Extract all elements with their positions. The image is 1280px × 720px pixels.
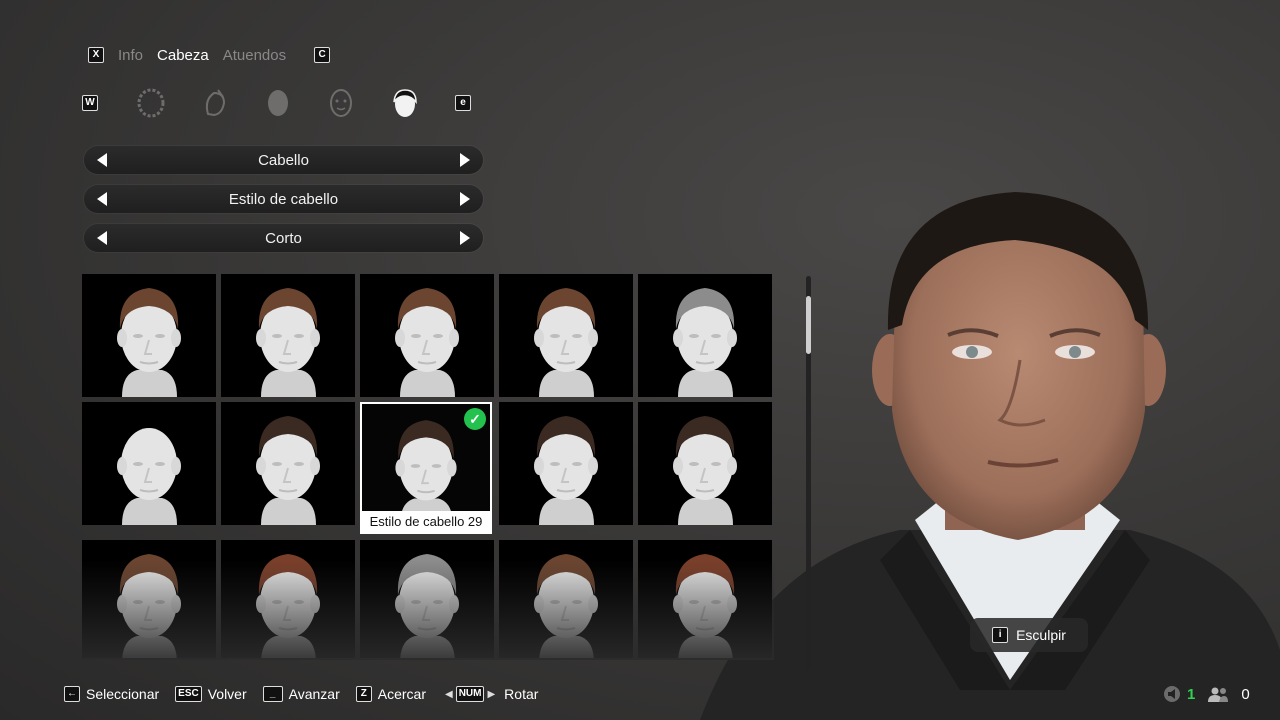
status-count-a: 1 [1187, 685, 1196, 703]
grid-scrollbar[interactable] [806, 276, 811, 670]
status-count-b: 0 [1241, 685, 1250, 703]
selector-length-value: Corto [265, 229, 302, 247]
tab-info[interactable]: Info [118, 47, 143, 64]
prev-tab-key[interactable]: X [88, 47, 104, 63]
hint-zoom[interactable]: Z Acercar [355, 686, 426, 702]
hairstyle-tile[interactable] [499, 274, 633, 397]
speaker-icon [1164, 686, 1180, 702]
head-outline-icon[interactable] [132, 88, 170, 118]
tab-cabeza[interactable]: Cabeza [157, 47, 209, 64]
prev-category-key[interactable]: W [82, 95, 98, 111]
head-shape-icon[interactable] [259, 88, 297, 118]
scrollbar-thumb[interactable] [806, 296, 811, 354]
space-key: _ [262, 686, 283, 702]
hairstyle-tile[interactable] [638, 274, 772, 397]
z-key: Z [355, 686, 372, 702]
selector-category[interactable]: Cabello [84, 146, 483, 174]
esc-key: ESC [175, 686, 202, 702]
sculpt-key: i [992, 627, 1009, 643]
hint-select-label: Seleccionar [86, 686, 160, 702]
arrow-left-icon[interactable] [97, 153, 107, 167]
rotate-right-icon: ▶ [487, 688, 496, 700]
hint-advance-label: Avanzar [288, 686, 340, 702]
hint-back[interactable]: ESC Volver [175, 686, 247, 702]
hairstyle-tile[interactable] [499, 402, 633, 525]
selected-check-icon: ✓ [464, 408, 486, 430]
hair-icon[interactable] [386, 88, 424, 118]
arrow-left-icon[interactable] [97, 192, 107, 206]
face-feature-icon[interactable] [196, 88, 234, 118]
hairstyle-tile[interactable] [221, 402, 355, 525]
hairstyle-tile[interactable] [360, 540, 494, 658]
hairstyle-tile[interactable] [638, 402, 772, 525]
selected-hairstyle-caption: Estilo de cabello 29 [362, 511, 490, 532]
players-icon [1208, 687, 1229, 702]
hairstyle-tile[interactable] [82, 402, 216, 525]
hint-rotate[interactable]: ◀ NUM ▶ Rotar [442, 686, 538, 702]
sculpt-label: Esculpir [1016, 627, 1066, 643]
numpad-key: NUM [455, 686, 485, 702]
hint-advance[interactable]: _ Avanzar [262, 686, 340, 702]
hairstyle-tile[interactable] [499, 540, 633, 658]
hint-select[interactable]: ← Seleccionar [64, 686, 159, 702]
hairstyle-tile[interactable] [221, 274, 355, 397]
rotate-left-icon: ◀ [444, 688, 453, 700]
sculpt-button[interactable]: i Esculpir [970, 618, 1088, 652]
face-detail-icon[interactable] [322, 88, 360, 118]
hint-back-label: Volver [207, 686, 247, 702]
arrow-right-icon[interactable] [460, 231, 470, 245]
hint-rotate-label: Rotar [504, 686, 539, 702]
footer-hints: ← Seleccionar ESC Volver _ Avanzar Z Ace… [64, 684, 554, 704]
top-tabs: X Info Cabeza Atuendos C [88, 45, 331, 65]
hairstyle-tile-selected[interactable]: ✓ Estilo de cabello 29 [360, 402, 492, 534]
hairstyle-tile[interactable] [82, 274, 216, 397]
selector-category-value: Cabello [258, 151, 309, 169]
next-category-key[interactable]: e [455, 95, 471, 111]
hint-zoom-label: Acercar [377, 686, 426, 702]
selector-subcategory[interactable]: Estilo de cabello [84, 185, 483, 213]
hairstyle-tile[interactable] [360, 274, 494, 397]
hairstyle-tile[interactable] [82, 540, 216, 658]
next-tab-key[interactable]: C [314, 47, 331, 63]
selector-length[interactable]: Corto [84, 224, 483, 252]
status-bar: 1 0 [1163, 684, 1250, 704]
tab-atuendos[interactable]: Atuendos [223, 47, 286, 64]
hairstyle-tile[interactable] [638, 540, 772, 658]
selector-subcategory-value: Estilo de cabello [228, 190, 339, 208]
arrow-right-icon[interactable] [460, 153, 470, 167]
enter-key: ← [64, 686, 80, 702]
arrow-right-icon[interactable] [460, 192, 470, 206]
category-icon-bar: W e [82, 88, 482, 118]
hairstyle-tile[interactable] [221, 540, 355, 658]
hairstyle-grid: ✓ Estilo de cabello 29 [82, 274, 774, 658]
arrow-left-icon[interactable] [97, 231, 107, 245]
